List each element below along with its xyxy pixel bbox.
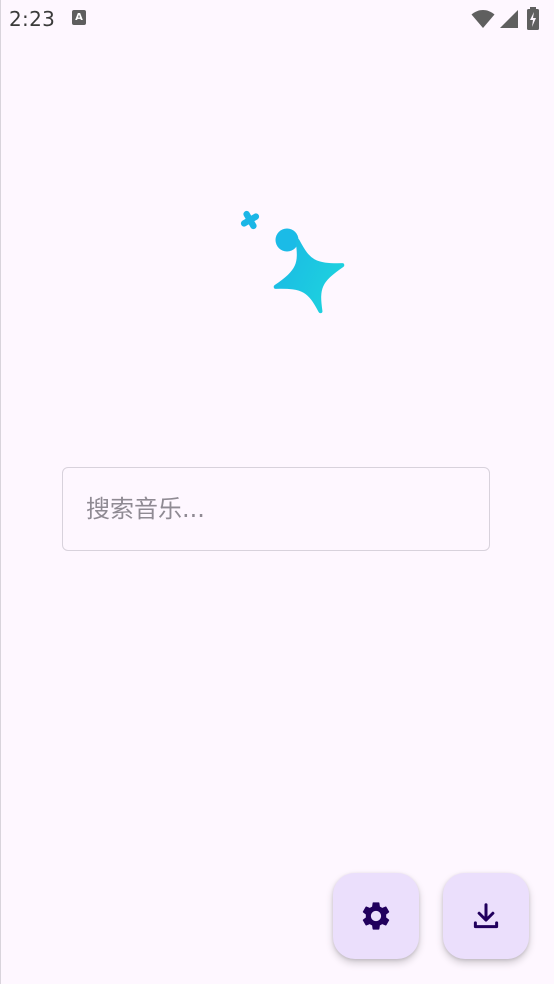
download-button[interactable] [443,873,529,959]
search-field[interactable] [62,467,490,551]
status-bar: 2:23 A [0,0,554,40]
app-screen: 2:23 A [0,0,554,984]
status-icons [471,7,546,30]
gear-icon [362,902,390,930]
wifi-icon [471,10,495,28]
sparkle-logo-icon [240,210,345,314]
window-edge [0,0,1,984]
battery-charging-icon [527,7,539,30]
status-time: 2:23 [9,7,56,31]
cellular-signal-icon [500,10,518,28]
settings-button[interactable] [333,873,419,959]
notification-app-icon: A [72,10,86,25]
download-icon [473,903,499,929]
search-input[interactable] [63,468,489,550]
